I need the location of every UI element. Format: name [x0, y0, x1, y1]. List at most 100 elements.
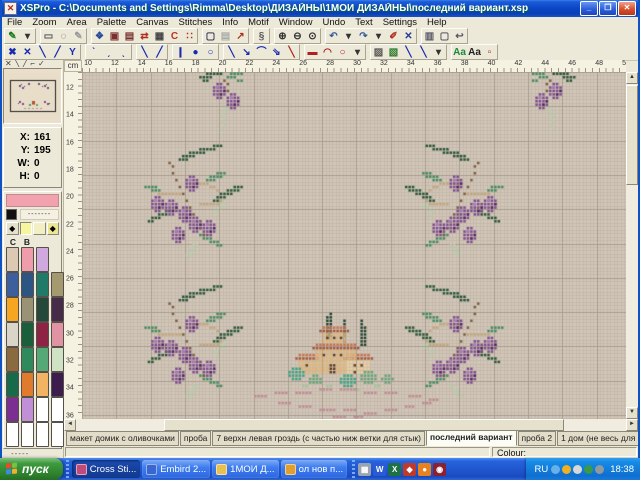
mirror-vertical-tool[interactable]: ▦: [152, 30, 167, 43]
color-swatch[interactable]: [36, 272, 49, 297]
color-swatch[interactable]: [51, 272, 64, 297]
motif-copy-tool[interactable]: ❖: [92, 30, 107, 43]
image-tool-1[interactable]: ▨: [371, 46, 386, 59]
backstitch-curve-tool[interactable]: ⌒: [254, 46, 269, 59]
full-cross-stitch-tool[interactable]: ✖: [5, 46, 20, 59]
menu-undo[interactable]: Undo: [318, 17, 351, 28]
mini-tool-4[interactable]: ⌐: [30, 60, 35, 67]
color-swatch[interactable]: [21, 372, 34, 397]
backstitch-red-tool[interactable]: ╲: [284, 46, 299, 59]
mirror-horizontal-tool[interactable]: ⇄: [137, 30, 152, 43]
lasso-select-tool[interactable]: ◌: [56, 30, 71, 43]
import-motif-tool[interactable]: ▣: [107, 30, 122, 43]
french-knot-tool[interactable]: ○: [203, 46, 218, 59]
tab-1[interactable]: макет домик с оливочками: [66, 431, 179, 446]
color-swatch[interactable]: [51, 397, 64, 422]
line-style-tool-1[interactable]: ╲: [401, 46, 416, 59]
color-swatch[interactable]: [21, 422, 34, 447]
print-button[interactable]: ▤: [218, 30, 233, 43]
mini-tool-3[interactable]: ╱: [23, 60, 28, 67]
stitch-style-yellow-pressed[interactable]: [20, 222, 33, 235]
thread-list-button[interactable]: §: [254, 30, 269, 43]
quarter-stitch-tool-3[interactable]: ˎ: [116, 46, 131, 59]
menu-zoom[interactable]: Zoom: [27, 17, 61, 28]
y-stitch-tool[interactable]: Y: [65, 46, 80, 59]
three-quarter-stitch-tool[interactable]: ✕: [20, 46, 35, 59]
pencil-tool[interactable]: ✎: [5, 30, 20, 43]
undo-button[interactable]: ↶: [326, 30, 341, 43]
menu-info[interactable]: Info: [217, 17, 243, 28]
copy-page-button[interactable]: ▥: [422, 30, 437, 43]
color-swatch[interactable]: [51, 422, 64, 447]
color-swatch[interactable]: [51, 347, 64, 372]
petit-stitch-tool-1[interactable]: ╲: [137, 46, 152, 59]
color-swatch[interactable]: [51, 297, 64, 322]
color-swatch[interactable]: [36, 347, 49, 372]
launch-icon-calculator[interactable]: ▦: [358, 463, 371, 476]
language-indicator[interactable]: RU: [534, 464, 548, 475]
zoom-in-button[interactable]: ⊕: [275, 30, 290, 43]
scroll-right-button[interactable]: ►: [626, 419, 638, 431]
title-bar[interactable]: ✕ XSPro - C:\Documents and Settings\Rimm…: [2, 0, 638, 17]
stitch-style-yellow-diamond[interactable]: ◆: [47, 222, 60, 235]
petit-stitch-tool-2[interactable]: ╱: [152, 46, 167, 59]
stitch-style-black-diamond[interactable]: ◆: [6, 222, 19, 235]
new-page-button[interactable]: ▢: [437, 30, 452, 43]
image-tool-2[interactable]: ▧: [386, 46, 401, 59]
quarter-stitch-tool-1[interactable]: ˋ: [86, 46, 101, 59]
task-button-4[interactable]: ол нов п...: [281, 460, 348, 478]
color-swatch[interactable]: [36, 422, 49, 447]
start-button[interactable]: пуск: [0, 458, 63, 480]
horizontal-scrollbar[interactable]: ◄ ►: [64, 419, 638, 431]
task-button-2[interactable]: Embird 2...: [142, 460, 210, 478]
export-motif-tool[interactable]: ▤: [122, 30, 137, 43]
selection-marquee-tool[interactable]: ▫: [482, 46, 497, 59]
task-button-3[interactable]: 1МОИ Д...: [212, 460, 278, 478]
tab-3[interactable]: 7 верхн левая гроздь (с частью ниж ветки…: [212, 431, 425, 446]
line-style-tool-2[interactable]: ╲: [416, 46, 431, 59]
mini-tool-2[interactable]: ╲: [15, 60, 20, 67]
draw-pen-button[interactable]: ✐: [386, 30, 401, 43]
launch-icon-orange[interactable]: ●: [418, 463, 431, 476]
monitor-view-button[interactable]: ▢: [203, 30, 218, 43]
undo-dropdown[interactable]: ▾: [341, 30, 356, 43]
vertical-scroll-thumb[interactable]: [626, 85, 638, 185]
color-swatch[interactable]: [21, 272, 34, 297]
color-swatch[interactable]: [51, 372, 64, 397]
menu-canvas[interactable]: Canvas: [131, 17, 173, 28]
quarter-stitch-tool-2[interactable]: ˏ: [101, 46, 116, 59]
tray-icon-3[interactable]: [573, 465, 582, 474]
vertical-stitch-tool[interactable]: ❙: [173, 46, 188, 59]
color-swatch[interactable]: [21, 347, 34, 372]
color-swatch[interactable]: [6, 272, 19, 297]
color-swatch[interactable]: [6, 372, 19, 397]
pointer-button[interactable]: ↗: [233, 30, 248, 43]
rect-select-tool[interactable]: ▭: [41, 30, 56, 43]
pattern-canvas[interactable]: [82, 72, 626, 419]
delete-button[interactable]: ✕: [401, 30, 416, 43]
ellipse-tool[interactable]: ○: [335, 46, 350, 59]
menu-window[interactable]: Window: [274, 17, 318, 28]
select-edit-tool[interactable]: ✎: [71, 30, 86, 43]
black-color-swatch[interactable]: [6, 209, 17, 220]
curve-line-tool[interactable]: ◠: [320, 46, 335, 59]
revert-page-button[interactable]: ↩: [452, 30, 467, 43]
tab-2[interactable]: проба: [180, 431, 211, 446]
launch-icon-maroon[interactable]: ◉: [433, 463, 446, 476]
clock[interactable]: 18:38: [610, 464, 634, 475]
scroll-up-button[interactable]: ▲: [626, 72, 638, 84]
menu-file[interactable]: File: [2, 17, 27, 28]
scroll-down-button[interactable]: ▼: [626, 407, 638, 419]
scroll-left-button[interactable]: ◄: [64, 419, 76, 431]
vertical-scrollbar[interactable]: ▲ ▼: [626, 72, 638, 419]
color-swatch[interactable]: [51, 322, 64, 347]
half-stitch-tool-1[interactable]: ╲: [35, 46, 50, 59]
task-button-1[interactable]: Cross Sti...: [72, 460, 140, 478]
color-swatch[interactable]: [6, 247, 19, 272]
pencil-mode-dropdown[interactable]: ▾: [20, 30, 35, 43]
color-swatch[interactable]: [36, 397, 49, 422]
tray-icon-1[interactable]: [551, 465, 560, 474]
launch-icon-excel[interactable]: X: [388, 463, 401, 476]
minimize-button[interactable]: _: [580, 1, 598, 16]
text-tool-black[interactable]: Aa: [467, 46, 482, 59]
